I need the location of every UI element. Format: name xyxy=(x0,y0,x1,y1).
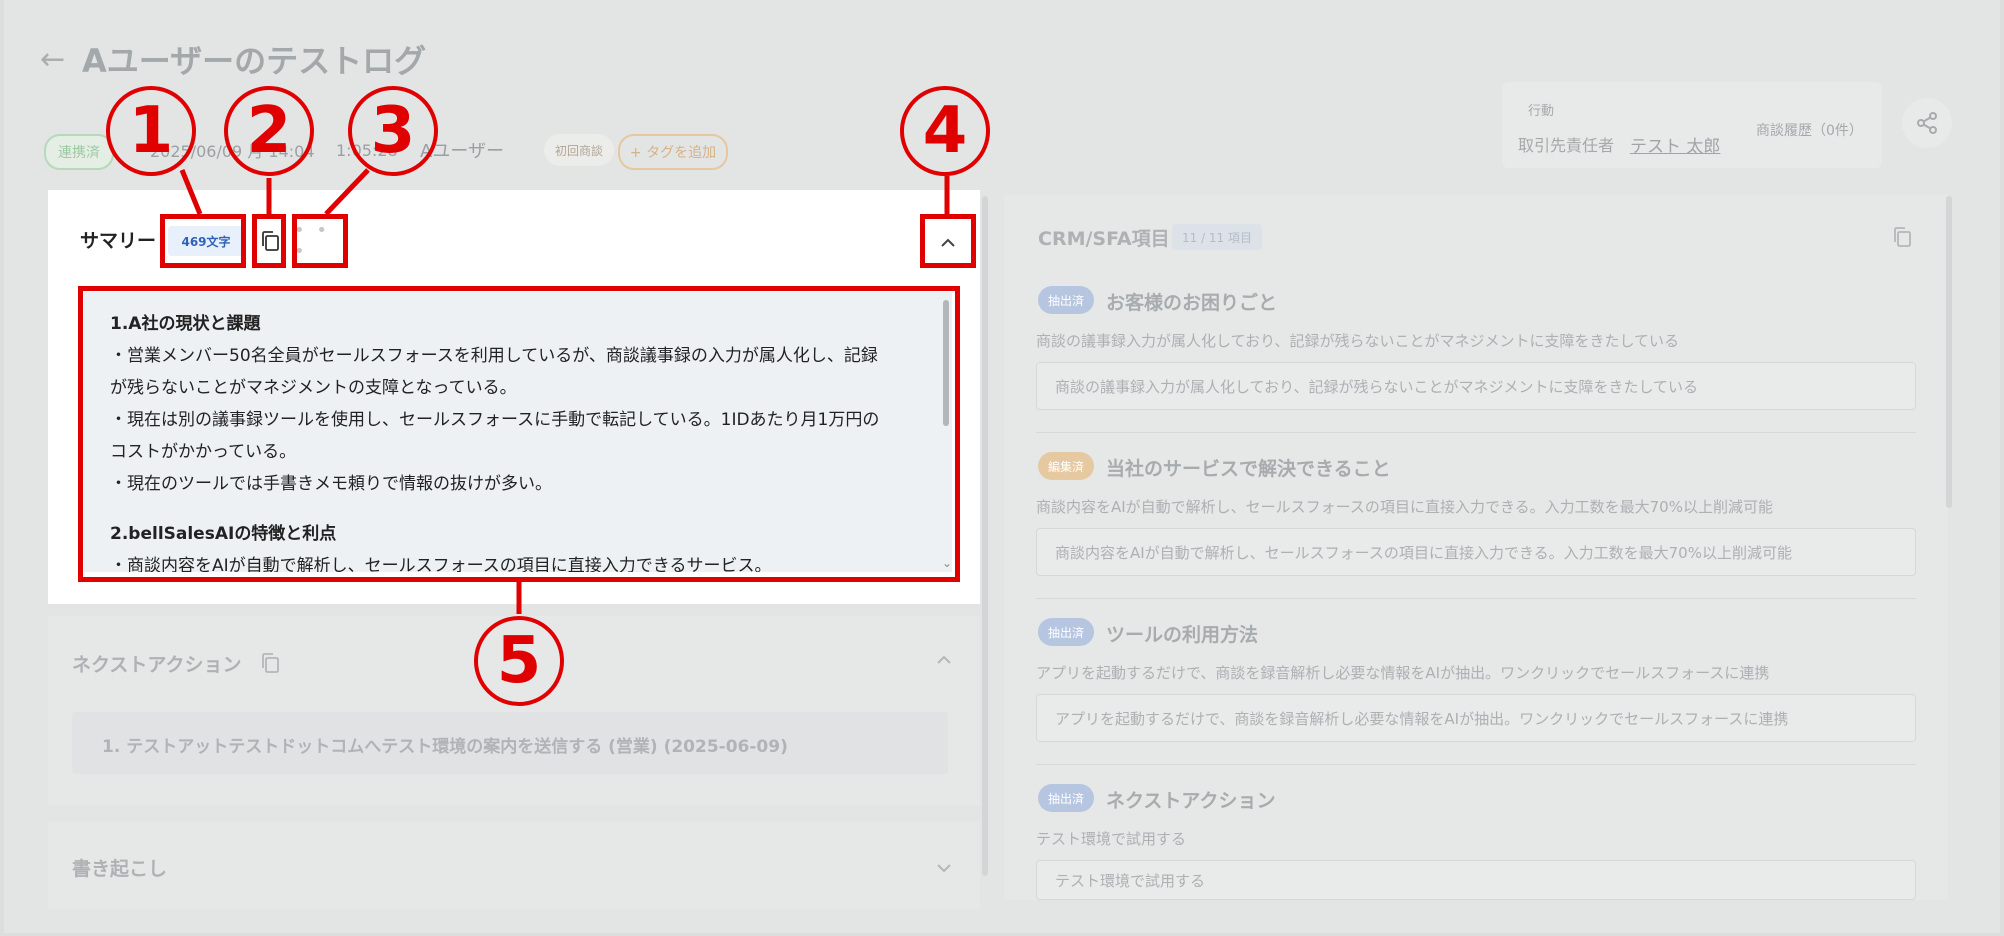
annotation-number-1: 1 xyxy=(106,86,196,176)
annotation-number-5: 5 xyxy=(474,616,564,706)
annotation-number-2: 2 xyxy=(224,86,314,176)
annotation-number-4: 4 xyxy=(900,86,990,176)
annotation-number-3: 3 xyxy=(348,86,438,176)
